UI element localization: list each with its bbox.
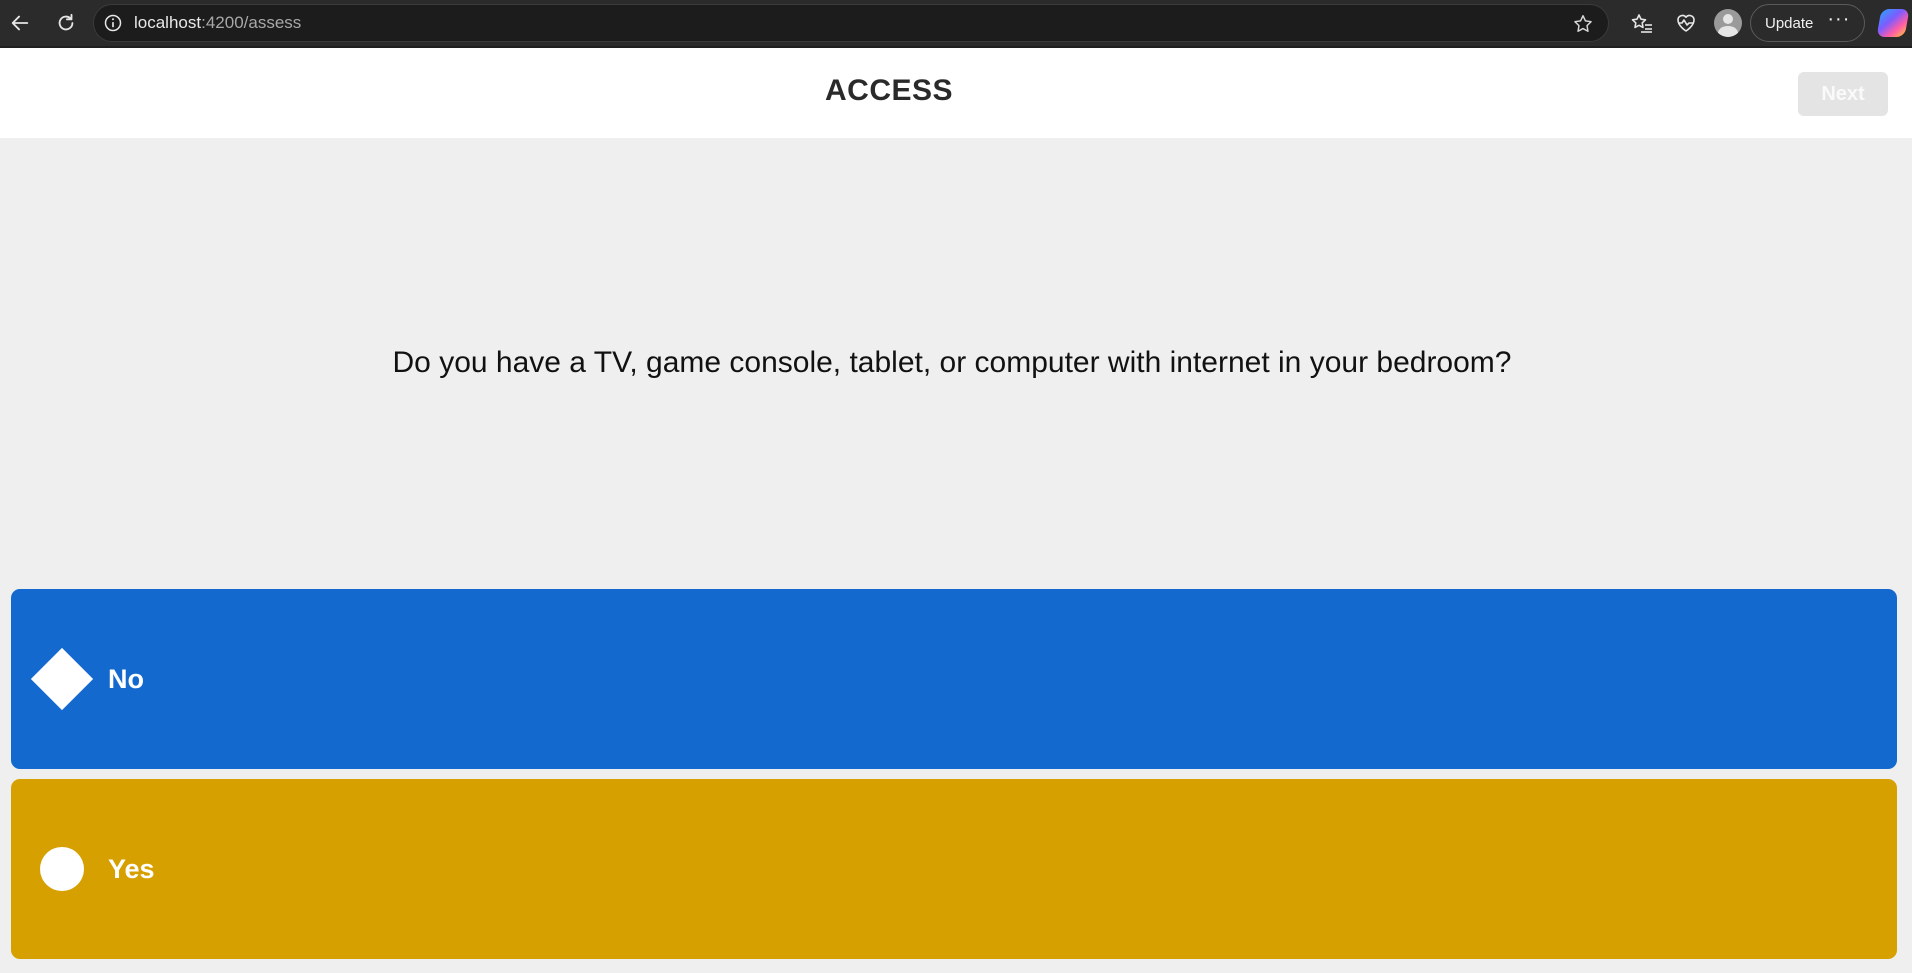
url-text[interactable]: localhost:4200/assess [134, 13, 301, 33]
favorite-star-icon[interactable] [1572, 13, 1594, 35]
back-arrow-icon [11, 15, 29, 31]
page-content: ACCESS Next Do you have a TV, game conso… [0, 48, 1912, 973]
back-button[interactable] [3, 6, 37, 40]
question-text: Do you have a TV, game console, tablet, … [392, 346, 1512, 379]
answer-option-no[interactable]: No [11, 589, 1897, 769]
browser-toolbar: localhost:4200/assess Update ··· [0, 0, 1912, 46]
next-button[interactable]: Next [1798, 72, 1888, 116]
copilot-icon[interactable] [1876, 9, 1910, 37]
reload-icon [58, 13, 74, 31]
circle-icon [40, 847, 84, 891]
answer-option-yes[interactable]: Yes [11, 779, 1897, 959]
site-info-icon[interactable] [102, 12, 124, 34]
reload-button[interactable] [49, 6, 83, 40]
answer-label-no: No [108, 663, 144, 694]
profile-avatar[interactable] [1714, 9, 1742, 37]
more-menu-icon[interactable]: ··· [1827, 9, 1850, 29]
app-header: ACCESS Next [0, 48, 1912, 138]
favorites-button[interactable] [1622, 3, 1662, 43]
update-label: Update [1765, 14, 1814, 32]
url-host: localhost [134, 13, 202, 32]
answer-label-yes: Yes [108, 853, 155, 884]
heart-pulse-icon [1677, 14, 1695, 32]
update-button[interactable]: Update ··· [1750, 4, 1866, 42]
page-title: ACCESS [824, 74, 954, 107]
url-path: :4200/assess [201, 13, 302, 32]
browser-toolbar-right: Update ··· [1622, 0, 1910, 46]
browser-essentials-button[interactable] [1666, 3, 1706, 43]
diamond-icon [30, 647, 94, 711]
favorites-list-icon [1631, 14, 1652, 33]
address-bar[interactable]: localhost:4200/assess [93, 4, 1609, 42]
